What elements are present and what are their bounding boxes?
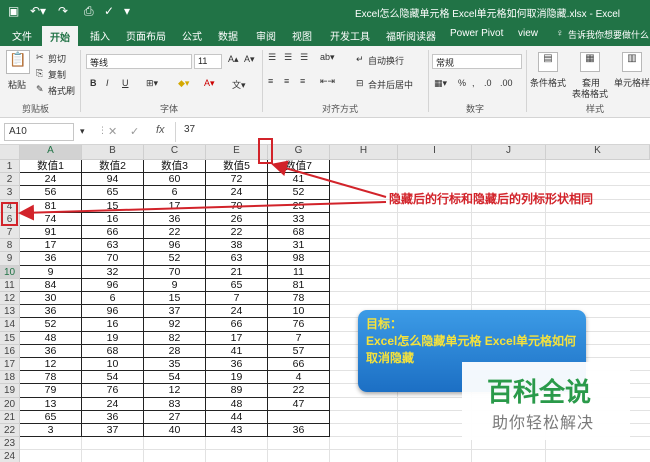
watermark-subtitle: 助你轻松解决 (492, 415, 595, 432)
hidden-column-highlight (258, 138, 273, 164)
goal-label: 目标： (366, 317, 403, 331)
watermark: 百科全说 助你轻松解决 (462, 362, 630, 440)
arrow-to-row (18, 201, 387, 221)
callout-text: 隐藏后的行标和隐藏后的列标形状相同 (389, 192, 594, 206)
hidden-row-highlight (1, 202, 18, 226)
arrow-to-column (271, 160, 387, 198)
watermark-title: 百科全说 (487, 377, 592, 407)
